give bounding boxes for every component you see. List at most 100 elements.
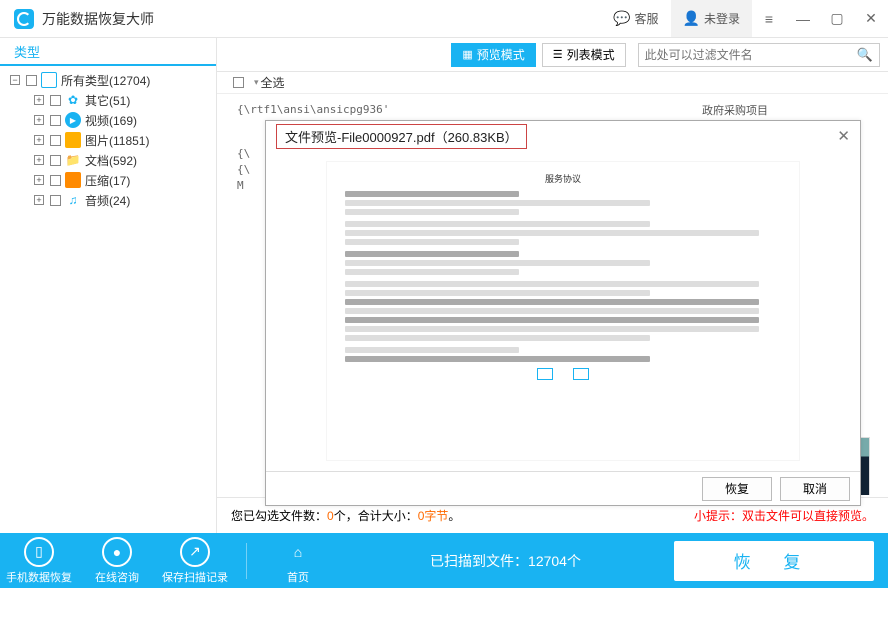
scan-count: 已扫描到文件：12704个 — [337, 551, 674, 571]
select-all-checkbox[interactable] — [233, 77, 244, 88]
fullscreen-icon[interactable] — [537, 368, 553, 380]
tree-node-image[interactable]: + 图片(11851) — [0, 130, 216, 150]
expand-icon[interactable]: + — [34, 155, 44, 165]
save-scan-label: 保存扫描记录 — [156, 569, 234, 585]
tree-node-doc[interactable]: + 📁 文档(592) — [0, 150, 216, 170]
phone-recover-label: 手机数据恢复 — [0, 569, 78, 585]
node-label: 压缩(17) — [85, 172, 130, 189]
drive-icon — [41, 72, 57, 88]
preview-mode-label: 预览模式 — [477, 46, 525, 63]
app-title: 万能数据恢复大师 — [42, 9, 601, 29]
doc-header: 服务协议 — [345, 172, 781, 185]
minimize-button[interactable]: — — [786, 0, 820, 38]
modal-footer: 恢复 取消 — [266, 471, 860, 505]
bg-doc-title: 政府采购项目 — [702, 102, 768, 118]
selected-count: 0 — [327, 509, 334, 523]
modal-titlebar: 文件预览-File0000927.pdf（260.83KB） ✕ — [266, 121, 860, 151]
search-icon[interactable]: 🔍 — [857, 47, 873, 63]
document-preview: 服务协议 — [326, 161, 800, 461]
login-label: 未登录 — [704, 10, 740, 27]
maximize-button[interactable]: ▢ — [820, 0, 854, 38]
node-checkbox[interactable] — [50, 175, 61, 186]
action-bar: ▯ 手机数据恢复 ● 在线咨询 ↗ 保存扫描记录 ⌂ 首页 已扫描到文件：127… — [0, 533, 888, 588]
tree-node-video[interactable]: + ▶ 视频(169) — [0, 110, 216, 130]
consult-icon: ● — [102, 537, 132, 567]
modal-close-icon[interactable]: ✕ — [837, 127, 850, 145]
toolbar: ▦ 预览模式 ☰ 列表模式 🔍 — [217, 38, 888, 72]
root-label: 所有类型(12704) — [61, 72, 150, 89]
node-checkbox[interactable] — [50, 195, 61, 206]
select-all-row: ▾ 全选 — [217, 72, 888, 94]
gear-icon: ✿ — [65, 92, 81, 108]
grid-icon: ▦ — [462, 48, 472, 61]
node-label: 其它(51) — [85, 92, 130, 109]
image-icon — [65, 132, 81, 148]
save-scan-button[interactable]: ↗ 保存扫描记录 — [156, 537, 234, 585]
selected-size: 0字节 — [418, 507, 449, 524]
music-icon: ♫ — [65, 192, 81, 208]
node-label: 视频(169) — [85, 112, 137, 129]
home-button[interactable]: ⌂ 首页 — [259, 537, 337, 585]
list-mode-button[interactable]: ☰ 列表模式 — [542, 43, 626, 67]
preview-mode-button[interactable]: ▦ 预览模式 — [451, 43, 535, 67]
recover-button[interactable]: 恢 复 — [674, 541, 874, 581]
folder-icon: 📁 — [65, 152, 81, 168]
node-checkbox[interactable] — [50, 95, 61, 106]
fit-icon[interactable] — [573, 368, 589, 380]
node-checkbox[interactable] — [50, 115, 61, 126]
close-button[interactable]: ✕ — [854, 0, 888, 38]
expand-icon[interactable]: + — [34, 175, 44, 185]
save-icon: ↗ — [180, 537, 210, 567]
menu-button[interactable]: ≡ — [752, 0, 786, 38]
app-logo-icon — [14, 9, 34, 29]
login-button[interactable]: 👤 未登录 — [671, 0, 752, 37]
search-box: 🔍 — [638, 43, 880, 67]
modal-recover-button[interactable]: 恢复 — [702, 477, 772, 501]
expand-icon[interactable]: + — [34, 195, 44, 205]
online-consult-button[interactable]: ● 在线咨询 — [78, 537, 156, 585]
list-mode-label: 列表模式 — [567, 46, 615, 63]
title-bar: 万能数据恢复大师 💬 客服 👤 未登录 ≡ — ▢ ✕ — [0, 0, 888, 38]
scan-suffix: 个 — [567, 553, 581, 569]
status-tip: 小提示：双击文件可以直接预览。 — [694, 507, 874, 524]
tree-node-audio[interactable]: + ♫ 音频(24) — [0, 190, 216, 210]
chat-icon: 💬 — [613, 10, 630, 27]
root-checkbox[interactable] — [26, 75, 37, 86]
node-checkbox[interactable] — [50, 135, 61, 146]
status-mid: 个，合计大小： — [334, 507, 418, 524]
tree-node-other[interactable]: + ✿ 其它(51) — [0, 90, 216, 110]
support-button[interactable]: 💬 客服 — [601, 0, 670, 37]
search-input[interactable] — [645, 48, 857, 62]
home-icon: ⌂ — [283, 537, 313, 567]
titlebar-right: 💬 客服 👤 未登录 ≡ — ▢ ✕ — [601, 0, 888, 37]
chevron-down-icon[interactable]: ▾ — [254, 77, 259, 88]
sidebar-tabs: 类型 — [0, 38, 216, 66]
tab-type[interactable]: 类型 — [0, 42, 54, 61]
file-type-tree: − 所有类型(12704) + ✿ 其它(51) + ▶ 视频(169) + — [0, 66, 216, 214]
tree-node-zip[interactable]: + 压缩(17) — [0, 170, 216, 190]
status-suffix: 。 — [448, 507, 460, 524]
expand-icon[interactable]: + — [34, 135, 44, 145]
tree-root[interactable]: − 所有类型(12704) — [0, 70, 216, 90]
scan-number: 12704 — [528, 553, 567, 569]
user-icon: 👤 — [683, 10, 700, 27]
modal-body: 服务协议 — [266, 151, 860, 471]
status-prefix: 您已勾选文件数： — [231, 507, 327, 524]
node-label: 图片(11851) — [85, 132, 149, 149]
list-icon: ☰ — [553, 48, 563, 61]
collapse-icon[interactable]: − — [10, 75, 20, 85]
phone-recover-button[interactable]: ▯ 手机数据恢复 — [0, 537, 78, 585]
modal-cancel-button[interactable]: 取消 — [780, 477, 850, 501]
home-label: 首页 — [259, 569, 337, 585]
expand-icon[interactable]: + — [34, 115, 44, 125]
sidebar: 类型 − 所有类型(12704) + ✿ 其它(51) + ▶ 视频(169) — [0, 38, 217, 533]
node-label: 文档(592) — [85, 152, 137, 169]
phone-icon: ▯ — [24, 537, 54, 567]
divider — [246, 543, 247, 579]
node-checkbox[interactable] — [50, 155, 61, 166]
expand-icon[interactable]: + — [34, 95, 44, 105]
node-label: 音频(24) — [85, 192, 130, 209]
video-icon: ▶ — [65, 112, 81, 128]
file-preview-modal: 文件预览-File0000927.pdf（260.83KB） ✕ 服务协议 — [265, 120, 861, 506]
bg-line: {\rtf1\ansi\ansicpg936' — [237, 102, 868, 118]
